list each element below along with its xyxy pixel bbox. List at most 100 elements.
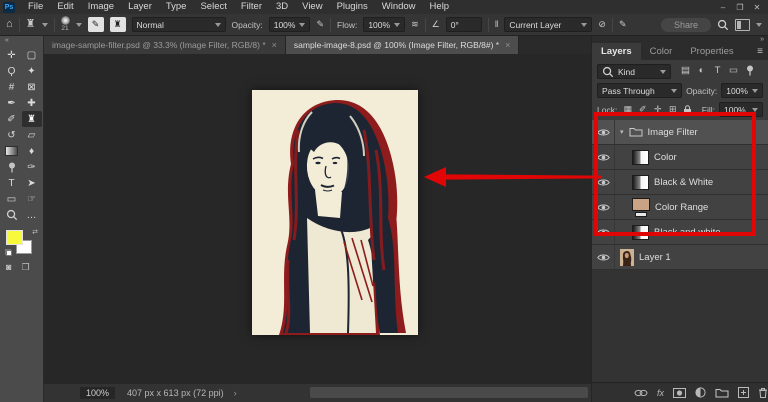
pen-tool[interactable]: ✑ xyxy=(22,159,42,175)
panel-menu-icon[interactable]: ≡ xyxy=(757,46,763,57)
filter-type-layers-icon[interactable]: T xyxy=(711,65,724,79)
layer-thumbnail[interactable] xyxy=(632,198,650,217)
layer-effects-icon[interactable]: fx xyxy=(657,388,664,398)
expand-icon[interactable]: ▾ xyxy=(620,128,624,136)
angle-field[interactable]: 0° xyxy=(446,17,482,32)
opacity-field[interactable]: 100% xyxy=(269,17,311,32)
new-group-icon[interactable] xyxy=(715,388,729,398)
eyedropper-tool[interactable]: ✒ xyxy=(2,95,22,111)
dodge-tool[interactable] xyxy=(2,159,22,175)
zoom-tool[interactable] xyxy=(2,207,22,223)
layer-filter-select[interactable]: Kind xyxy=(597,64,671,79)
menu-item-type[interactable]: Type xyxy=(159,0,194,14)
layer-thumbnail[interactable] xyxy=(620,249,634,266)
edit-toolbar[interactable]: … xyxy=(22,207,42,223)
mask-thumbnail[interactable] xyxy=(635,212,647,217)
menu-item-select[interactable]: Select xyxy=(193,0,233,14)
active-tool-icon[interactable]: ♜ xyxy=(26,19,36,30)
canvas-image[interactable] xyxy=(252,90,418,335)
filter-shape-layers-icon[interactable]: ▭ xyxy=(727,65,740,79)
layer-row-black-white[interactable]: Black & White xyxy=(592,170,768,195)
menu-item-window[interactable]: Window xyxy=(375,0,423,14)
layer-row-layer-1[interactable]: Layer 1 xyxy=(592,245,768,270)
type-tool[interactable]: T xyxy=(2,175,22,191)
blend-mode-select[interactable]: Pass Through xyxy=(597,83,682,98)
zoom-level-field[interactable]: 100% xyxy=(80,387,115,399)
delete-layer-icon[interactable] xyxy=(758,387,768,398)
document-tab[interactable]: image-sample-filter.psd @ 33.3% (Image F… xyxy=(44,36,286,54)
share-button[interactable]: Share xyxy=(661,18,711,32)
chevron-down-icon[interactable] xyxy=(756,23,762,27)
panel-tab-properties[interactable]: Properties xyxy=(681,43,742,60)
menu-item-plugins[interactable]: Plugins xyxy=(330,0,375,14)
new-adjustment-layer-icon[interactable] xyxy=(695,387,706,398)
quick-mask-button[interactable]: ◙ xyxy=(6,262,11,273)
lock-paint-icon[interactable]: ✐ xyxy=(636,104,649,115)
ignore-adjustment-layers-icon[interactable]: ⊘ xyxy=(598,20,606,29)
lock-all-icon[interactable] xyxy=(681,104,694,115)
new-layer-icon[interactable] xyxy=(738,387,749,398)
blur-tool[interactable]: ♦ xyxy=(22,143,42,159)
marquee-tool[interactable]: ▢ xyxy=(22,47,42,63)
screen-mode-button[interactable]: ❐ xyxy=(21,262,29,273)
brush-settings-panel-button[interactable]: ✎ xyxy=(88,17,104,32)
lock-transparency-icon[interactable]: ▦ xyxy=(621,104,634,115)
path-selection-tool[interactable]: ➤ xyxy=(22,175,42,191)
horizontal-scrollbar[interactable] xyxy=(310,387,588,398)
clone-source-panel-button[interactable]: ♜ xyxy=(110,17,126,32)
layer-row-image-filter[interactable]: ▾Image Filter xyxy=(592,120,768,145)
lock-artboard-icon[interactable]: ⊞ xyxy=(666,104,679,115)
visibility-toggle[interactable] xyxy=(592,170,615,194)
layer-thumbnail[interactable] xyxy=(632,150,649,165)
visibility-toggle[interactable] xyxy=(592,195,615,219)
opacity-field[interactable]: 100% xyxy=(721,83,763,98)
brush-tool[interactable]: ✐ xyxy=(2,111,22,127)
default-colors-icon[interactable] xyxy=(5,249,12,256)
clone-stamp-tool[interactable]: ♜ xyxy=(22,111,42,127)
shape-tool[interactable]: ▭ xyxy=(2,191,22,207)
layer-thumbnail[interactable] xyxy=(632,225,649,240)
swap-colors-icon[interactable]: ⇄ xyxy=(32,228,38,236)
fill-field[interactable]: 100% xyxy=(719,102,763,117)
workspace-icon[interactable] xyxy=(735,19,750,31)
filter-toggle-icon[interactable] xyxy=(743,65,756,79)
layer-thumbnail[interactable] xyxy=(632,175,649,190)
aligned-toggle-icon[interactable]: ‖ xyxy=(495,20,499,29)
layer-row-color[interactable]: Color xyxy=(592,145,768,170)
document-tab[interactable]: sample-image-8.psd @ 100% (Image Filter,… xyxy=(286,36,519,54)
close-button[interactable]: ✕ xyxy=(749,1,765,14)
status-expand-icon[interactable]: › xyxy=(234,388,237,398)
frame-tool[interactable]: ⊠ xyxy=(22,79,42,95)
tab-close-icon[interactable]: × xyxy=(505,40,510,50)
chevron-down-icon[interactable] xyxy=(76,23,82,27)
move-tool[interactable]: ✛ xyxy=(2,47,22,63)
filter-adjustment-layers-icon[interactable]: ◐ xyxy=(695,65,708,79)
sample-select[interactable]: Current Layer xyxy=(504,17,592,32)
menu-item-layer[interactable]: Layer xyxy=(121,0,159,14)
blend-mode-select[interactable]: Normal xyxy=(132,17,226,32)
visibility-toggle[interactable] xyxy=(592,145,615,169)
filter-pixel-layers-icon[interactable]: ▤ xyxy=(679,65,692,79)
visibility-toggle[interactable] xyxy=(592,220,615,244)
panel-tab-color[interactable]: Color xyxy=(641,43,682,60)
layer-row-color-range[interactable]: Color Range xyxy=(592,195,768,220)
history-brush-tool[interactable]: ↺ xyxy=(2,127,22,143)
pressure-opacity-icon[interactable]: ✎ xyxy=(316,20,324,29)
canvas-pasteboard[interactable] xyxy=(44,54,592,384)
visibility-toggle[interactable] xyxy=(592,120,615,144)
foreground-color-swatch[interactable] xyxy=(6,230,23,245)
menu-item-3d[interactable]: 3D xyxy=(269,0,295,14)
panel-tab-layers[interactable]: Layers xyxy=(592,43,641,60)
brush-preset-picker[interactable]: 21 xyxy=(61,16,70,33)
quick-selection-tool[interactable]: ✦ xyxy=(22,63,42,79)
lock-position-icon[interactable]: ✛ xyxy=(651,104,664,115)
eraser-tool[interactable]: ▱ xyxy=(22,127,42,143)
minimize-button[interactable]: – xyxy=(715,1,731,14)
menu-item-help[interactable]: Help xyxy=(423,0,457,14)
lasso-tool[interactable]: Ϙ xyxy=(2,63,22,79)
collapse-tools-icon[interactable]: « xyxy=(0,37,43,47)
visibility-toggle[interactable] xyxy=(592,245,615,269)
menu-item-edit[interactable]: Edit xyxy=(50,0,80,14)
chevron-down-icon[interactable] xyxy=(42,23,48,27)
home-icon[interactable]: ⌂ xyxy=(6,19,13,30)
